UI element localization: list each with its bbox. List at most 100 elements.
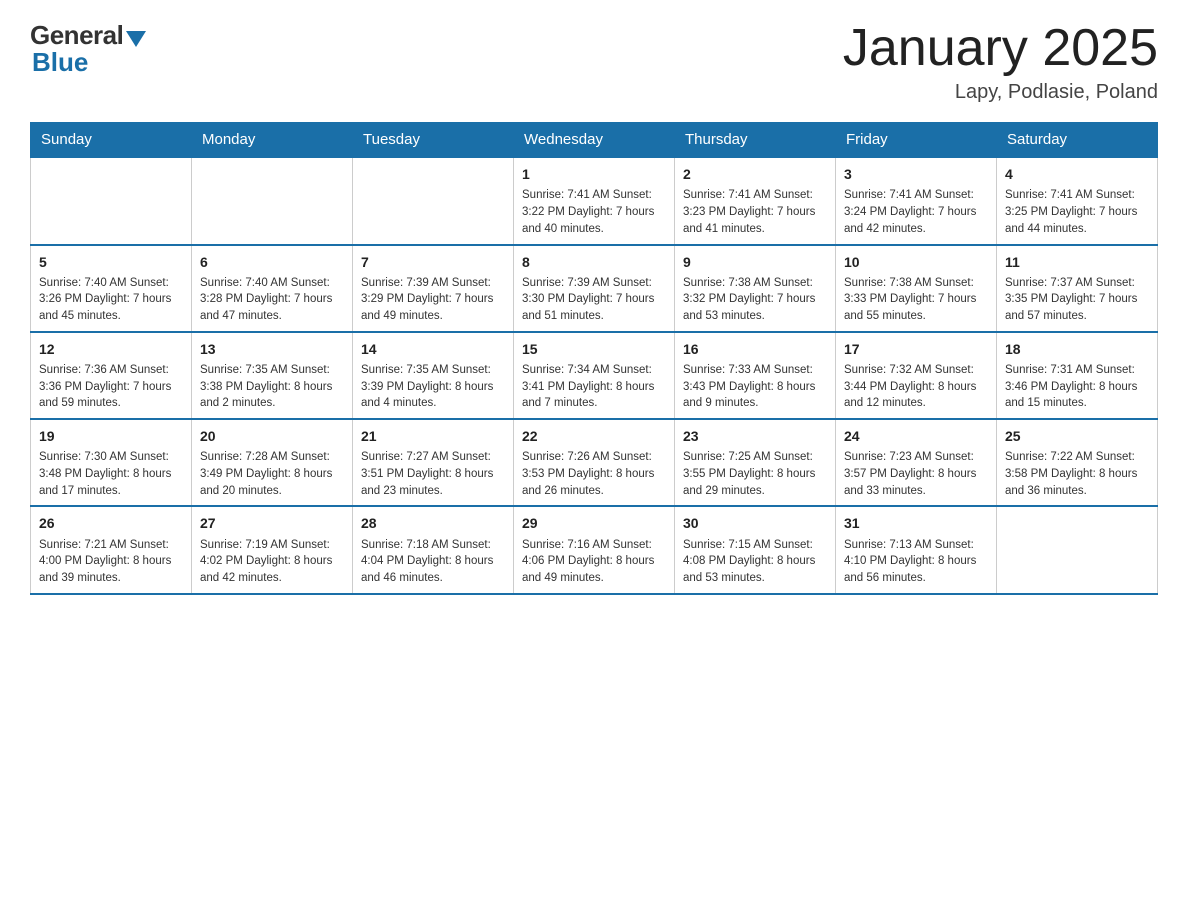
calendar-cell: 25 Sunrise: 7:22 AM Sunset: 3:58 PM Dayli… [997, 419, 1158, 506]
day-info: Sunrise: 7:41 AM Sunset: 3:24 PM Dayligh… [844, 187, 988, 237]
day-number: 28 [361, 513, 505, 533]
day-info: Sunrise: 7:25 AM Sunset: 3:55 PM Dayligh… [683, 449, 827, 499]
day-info: Sunrise: 7:40 AM Sunset: 3:26 PM Dayligh… [39, 275, 183, 325]
calendar-cell: 20 Sunrise: 7:28 AM Sunset: 3:49 PM Dayli… [192, 419, 353, 506]
day-info: Sunrise: 7:35 AM Sunset: 3:39 PM Dayligh… [361, 362, 505, 412]
day-number: 29 [522, 513, 666, 533]
calendar-subtitle: Lapy, Podlasie, Poland [843, 81, 1158, 104]
day-info: Sunrise: 7:16 AM Sunset: 4:06 PM Dayligh… [522, 537, 666, 587]
day-info: Sunrise: 7:27 AM Sunset: 3:51 PM Dayligh… [361, 449, 505, 499]
day-number: 22 [522, 426, 666, 446]
day-number: 14 [361, 339, 505, 359]
calendar-cell: 29 Sunrise: 7:16 AM Sunset: 4:06 PM Dayli… [514, 506, 675, 593]
day-info: Sunrise: 7:40 AM Sunset: 3:28 PM Dayligh… [200, 275, 344, 325]
calendar-cell: 27Sunrise: 7:19 AM Sunset: 4:02 PM Dayli… [192, 506, 353, 593]
header-saturday: Saturday [997, 123, 1158, 158]
calendar-cell: 31Sunrise: 7:13 AM Sunset: 4:10 PM Dayli… [836, 506, 997, 593]
day-number: 21 [361, 426, 505, 446]
header-thursday: Thursday [675, 123, 836, 158]
calendar-cell: 13Sunrise: 7:35 AM Sunset: 3:38 PM Dayli… [192, 332, 353, 419]
calendar-cell [192, 157, 353, 244]
day-info: Sunrise: 7:28 AM Sunset: 3:49 PM Dayligh… [200, 449, 344, 499]
calendar-cell: 2 Sunrise: 7:41 AM Sunset: 3:23 PM Daylig… [675, 157, 836, 244]
calendar-cell: 28Sunrise: 7:18 AM Sunset: 4:04 PM Dayli… [353, 506, 514, 593]
calendar-cell: 16Sunrise: 7:33 AM Sunset: 3:43 PM Dayli… [675, 332, 836, 419]
calendar-week-1: 5 Sunrise: 7:40 AM Sunset: 3:26 PM Daylig… [31, 245, 1158, 332]
day-info: Sunrise: 7:38 AM Sunset: 3:33 PM Dayligh… [844, 275, 988, 325]
day-info: Sunrise: 7:39 AM Sunset: 3:30 PM Dayligh… [522, 275, 666, 325]
day-info: Sunrise: 7:19 AM Sunset: 4:02 PM Dayligh… [200, 537, 344, 587]
header-friday: Friday [836, 123, 997, 158]
day-number: 6 [200, 252, 344, 272]
logo-blue-text: Blue [32, 47, 88, 78]
day-number: 8 [522, 252, 666, 272]
day-info: Sunrise: 7:15 AM Sunset: 4:08 PM Dayligh… [683, 537, 827, 587]
calendar-cell: 19Sunrise: 7:30 AM Sunset: 3:48 PM Dayli… [31, 419, 192, 506]
day-number: 17 [844, 339, 988, 359]
day-info: Sunrise: 7:21 AM Sunset: 4:00 PM Dayligh… [39, 537, 183, 587]
day-info: Sunrise: 7:26 AM Sunset: 3:53 PM Dayligh… [522, 449, 666, 499]
day-number: 18 [1005, 339, 1149, 359]
title-block: January 2025 Lapy, Podlasie, Poland [843, 20, 1158, 104]
day-number: 2 [683, 164, 827, 184]
day-info: Sunrise: 7:41 AM Sunset: 3:25 PM Dayligh… [1005, 187, 1149, 237]
day-info: Sunrise: 7:36 AM Sunset: 3:36 PM Dayligh… [39, 362, 183, 412]
calendar-table: SundayMondayTuesdayWednesdayThursdayFrid… [30, 122, 1158, 595]
day-info: Sunrise: 7:13 AM Sunset: 4:10 PM Dayligh… [844, 537, 988, 587]
day-number: 3 [844, 164, 988, 184]
calendar-cell: 3 Sunrise: 7:41 AM Sunset: 3:24 PM Daylig… [836, 157, 997, 244]
calendar-cell: 10Sunrise: 7:38 AM Sunset: 3:33 PM Dayli… [836, 245, 997, 332]
logo: General Blue [30, 20, 146, 78]
day-info: Sunrise: 7:41 AM Sunset: 3:23 PM Dayligh… [683, 187, 827, 237]
calendar-header-row: SundayMondayTuesdayWednesdayThursdayFrid… [31, 123, 1158, 158]
day-number: 12 [39, 339, 183, 359]
page-header: General Blue January 2025 Lapy, Podlasie… [30, 20, 1158, 104]
day-info: Sunrise: 7:34 AM Sunset: 3:41 PM Dayligh… [522, 362, 666, 412]
day-number: 4 [1005, 164, 1149, 184]
calendar-title: January 2025 [843, 20, 1158, 77]
day-number: 23 [683, 426, 827, 446]
calendar-cell [997, 506, 1158, 593]
day-number: 20 [200, 426, 344, 446]
day-number: 26 [39, 513, 183, 533]
day-info: Sunrise: 7:39 AM Sunset: 3:29 PM Dayligh… [361, 275, 505, 325]
day-info: Sunrise: 7:31 AM Sunset: 3:46 PM Dayligh… [1005, 362, 1149, 412]
calendar-cell [353, 157, 514, 244]
calendar-cell: 6 Sunrise: 7:40 AM Sunset: 3:28 PM Daylig… [192, 245, 353, 332]
calendar-cell: 17Sunrise: 7:32 AM Sunset: 3:44 PM Dayli… [836, 332, 997, 419]
day-number: 1 [522, 164, 666, 184]
calendar-cell: 9 Sunrise: 7:38 AM Sunset: 3:32 PM Daylig… [675, 245, 836, 332]
day-number: 7 [361, 252, 505, 272]
calendar-cell: 4 Sunrise: 7:41 AM Sunset: 3:25 PM Daylig… [997, 157, 1158, 244]
calendar-cell: 1 Sunrise: 7:41 AM Sunset: 3:22 PM Daylig… [514, 157, 675, 244]
day-info: Sunrise: 7:41 AM Sunset: 3:22 PM Dayligh… [522, 187, 666, 237]
calendar-cell: 26 Sunrise: 7:21 AM Sunset: 4:00 PM Dayli… [31, 506, 192, 593]
day-info: Sunrise: 7:37 AM Sunset: 3:35 PM Dayligh… [1005, 275, 1149, 325]
header-tuesday: Tuesday [353, 123, 514, 158]
calendar-week-3: 19Sunrise: 7:30 AM Sunset: 3:48 PM Dayli… [31, 419, 1158, 506]
calendar-week-4: 26 Sunrise: 7:21 AM Sunset: 4:00 PM Dayli… [31, 506, 1158, 593]
calendar-cell: 11Sunrise: 7:37 AM Sunset: 3:35 PM Dayli… [997, 245, 1158, 332]
calendar-cell: 21 Sunrise: 7:27 AM Sunset: 3:51 PM Dayli… [353, 419, 514, 506]
day-info: Sunrise: 7:30 AM Sunset: 3:48 PM Dayligh… [39, 449, 183, 499]
day-number: 5 [39, 252, 183, 272]
calendar-cell: 7 Sunrise: 7:39 AM Sunset: 3:29 PM Daylig… [353, 245, 514, 332]
calendar-cell: 18 Sunrise: 7:31 AM Sunset: 3:46 PM Dayli… [997, 332, 1158, 419]
calendar-cell: 15 Sunrise: 7:34 AM Sunset: 3:41 PM Dayli… [514, 332, 675, 419]
calendar-cell: 12 Sunrise: 7:36 AM Sunset: 3:36 PM Dayli… [31, 332, 192, 419]
day-info: Sunrise: 7:33 AM Sunset: 3:43 PM Dayligh… [683, 362, 827, 412]
calendar-cell: 5 Sunrise: 7:40 AM Sunset: 3:26 PM Daylig… [31, 245, 192, 332]
day-number: 15 [522, 339, 666, 359]
calendar-cell: 14 Sunrise: 7:35 AM Sunset: 3:39 PM Dayli… [353, 332, 514, 419]
calendar-cell: 8 Sunrise: 7:39 AM Sunset: 3:30 PM Daylig… [514, 245, 675, 332]
calendar-week-2: 12 Sunrise: 7:36 AM Sunset: 3:36 PM Dayli… [31, 332, 1158, 419]
calendar-cell: 23 Sunrise: 7:25 AM Sunset: 3:55 PM Dayli… [675, 419, 836, 506]
calendar-cell: 30Sunrise: 7:15 AM Sunset: 4:08 PM Dayli… [675, 506, 836, 593]
calendar-cell: 22 Sunrise: 7:26 AM Sunset: 3:53 PM Dayli… [514, 419, 675, 506]
day-info: Sunrise: 7:38 AM Sunset: 3:32 PM Dayligh… [683, 275, 827, 325]
day-number: 25 [1005, 426, 1149, 446]
day-info: Sunrise: 7:22 AM Sunset: 3:58 PM Dayligh… [1005, 449, 1149, 499]
logo-arrow-icon [126, 31, 146, 47]
day-number: 9 [683, 252, 827, 272]
calendar-cell: 24Sunrise: 7:23 AM Sunset: 3:57 PM Dayli… [836, 419, 997, 506]
